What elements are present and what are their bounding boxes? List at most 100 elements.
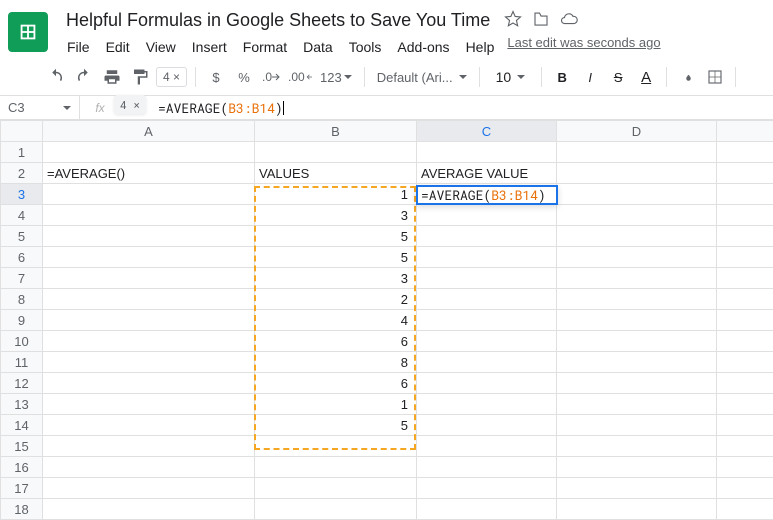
print-icon[interactable] [100, 65, 124, 89]
row-header[interactable]: 5 [1, 226, 43, 247]
active-cell-editor[interactable]: =AVERAGE(B3:B14) [416, 185, 558, 205]
cell[interactable] [557, 163, 717, 184]
cell[interactable] [417, 205, 557, 226]
cell-b13[interactable]: 1 [255, 394, 417, 415]
cell[interactable] [43, 436, 255, 457]
row-header[interactable]: 6 [1, 247, 43, 268]
cell[interactable] [43, 226, 255, 247]
cell[interactable] [417, 373, 557, 394]
paint-format-icon[interactable] [128, 65, 152, 89]
cell[interactable] [557, 436, 717, 457]
cloud-status-icon[interactable] [560, 10, 578, 31]
cell[interactable] [557, 415, 717, 436]
menu-tools[interactable]: Tools [342, 35, 389, 59]
cell[interactable] [417, 436, 557, 457]
cell[interactable] [43, 457, 255, 478]
text-color-button[interactable]: A [634, 65, 658, 89]
cell-a2[interactable]: =AVERAGE() [43, 163, 255, 184]
cell[interactable] [717, 436, 773, 457]
bold-button[interactable]: B [550, 65, 574, 89]
cell[interactable] [43, 310, 255, 331]
cell[interactable] [557, 142, 717, 163]
cell[interactable] [557, 352, 717, 373]
cell[interactable] [43, 331, 255, 352]
cell[interactable] [717, 142, 773, 163]
cell[interactable] [717, 268, 773, 289]
cell[interactable] [717, 373, 773, 394]
font-family-select[interactable]: Default (Ari... [373, 68, 471, 87]
cell[interactable] [717, 226, 773, 247]
row-header[interactable]: 16 [1, 457, 43, 478]
cell[interactable] [557, 373, 717, 394]
row-header[interactable]: 9 [1, 310, 43, 331]
cell[interactable] [43, 415, 255, 436]
cell[interactable] [43, 373, 255, 394]
menu-edit[interactable]: Edit [99, 35, 137, 59]
cell-b6[interactable]: 5 [255, 247, 417, 268]
more-formats-button[interactable]: 123 [316, 68, 356, 87]
row-header[interactable]: 2 [1, 163, 43, 184]
cell[interactable] [557, 331, 717, 352]
cell[interactable] [557, 184, 717, 205]
cell[interactable] [717, 352, 773, 373]
col-header-c[interactable]: C [417, 121, 557, 142]
menu-addons[interactable]: Add-ons [390, 35, 456, 59]
cell[interactable] [717, 205, 773, 226]
cell[interactable] [417, 226, 557, 247]
doc-title[interactable]: Helpful Formulas in Google Sheets to Sav… [60, 8, 496, 33]
italic-button[interactable]: I [578, 65, 602, 89]
cell[interactable] [43, 289, 255, 310]
cell[interactable] [43, 205, 255, 226]
cell-b3[interactable]: 1 [255, 184, 417, 205]
cell[interactable] [557, 478, 717, 499]
cell[interactable] [417, 394, 557, 415]
cell[interactable] [43, 268, 255, 289]
cell[interactable] [717, 457, 773, 478]
row-header[interactable]: 18 [1, 499, 43, 520]
cell[interactable] [417, 457, 557, 478]
cell[interactable] [43, 184, 255, 205]
redo-icon[interactable] [72, 65, 96, 89]
percent-button[interactable]: % [232, 65, 256, 89]
cell[interactable] [255, 478, 417, 499]
fill-color-button[interactable] [675, 65, 699, 89]
row-header[interactable]: 11 [1, 352, 43, 373]
cell[interactable] [417, 142, 557, 163]
cell[interactable] [717, 394, 773, 415]
cell[interactable] [717, 310, 773, 331]
cell[interactable] [255, 436, 417, 457]
cell-b14[interactable]: 5 [255, 415, 417, 436]
cell-b9[interactable]: 4 [255, 310, 417, 331]
cell[interactable] [43, 394, 255, 415]
cell-b2[interactable]: VALUES [255, 163, 417, 184]
cell[interactable] [417, 478, 557, 499]
row-header[interactable]: 12 [1, 373, 43, 394]
cell[interactable] [717, 331, 773, 352]
cell[interactable] [717, 247, 773, 268]
row-header[interactable]: 7 [1, 268, 43, 289]
sheets-logo[interactable] [8, 12, 48, 52]
font-size-select[interactable]: 10 [488, 67, 534, 87]
cell[interactable] [43, 499, 255, 520]
cell-b4[interactable]: 3 [255, 205, 417, 226]
menu-view[interactable]: View [139, 35, 183, 59]
cell[interactable] [417, 310, 557, 331]
cell[interactable] [717, 184, 773, 205]
cell[interactable] [417, 247, 557, 268]
zoom-select[interactable]: 4 × [156, 67, 187, 87]
cell-b7[interactable]: 3 [255, 268, 417, 289]
cell[interactable] [717, 499, 773, 520]
cell[interactable] [417, 331, 557, 352]
cell-b5[interactable]: 5 [255, 226, 417, 247]
cell[interactable] [717, 289, 773, 310]
cell[interactable] [43, 247, 255, 268]
decrease-decimal-button[interactable]: .0 [260, 65, 284, 89]
col-header-d[interactable]: D [557, 121, 717, 142]
cell[interactable] [255, 457, 417, 478]
row-header[interactable]: 3 [1, 184, 43, 205]
cell[interactable] [557, 457, 717, 478]
cell[interactable] [417, 499, 557, 520]
cell[interactable] [557, 310, 717, 331]
row-header[interactable]: 10 [1, 331, 43, 352]
cell-b8[interactable]: 2 [255, 289, 417, 310]
